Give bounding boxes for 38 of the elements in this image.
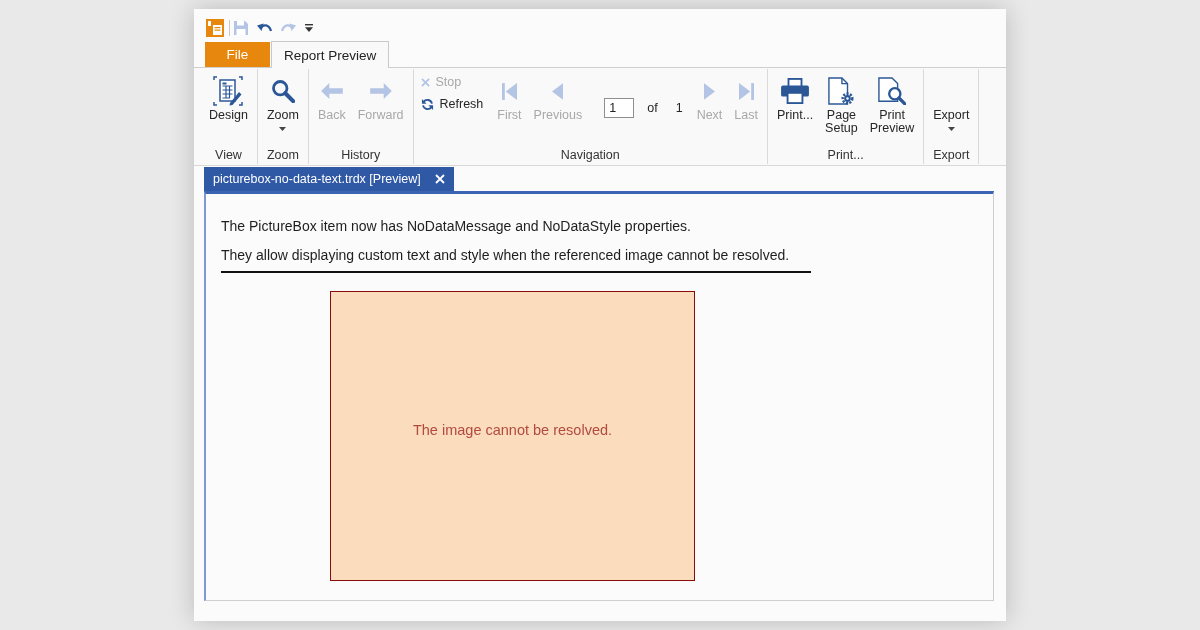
app-icon [206,19,224,37]
document-pencil-icon [213,76,244,106]
refresh-button[interactable]: Refresh [418,94,486,114]
close-icon[interactable] [434,174,445,184]
group-label: Export [933,148,970,162]
print-preview-button[interactable]: Print Preview [865,69,919,135]
group-label: History [341,148,381,162]
skip-back-icon [501,82,517,100]
document-magnifier-icon [878,77,906,105]
undo-icon[interactable] [257,22,272,34]
arrow-right-icon [369,82,392,100]
print-button[interactable]: Print... [773,69,818,122]
design-button[interactable]: Design [205,69,252,122]
triangle-right-icon [704,82,715,100]
page-setup-button[interactable]: Page Setup [821,69,862,135]
ribbon-tab[interactable]: Report Preview [271,41,390,68]
zoom-button[interactable]: Zoom [262,69,303,131]
report-text: The PictureBox item now has NoDataMessage and NoDataStyle properties. [221,218,691,234]
document-gear-icon [828,77,855,105]
arrow-left-icon [320,82,343,100]
export-button[interactable]: Export [929,69,974,131]
group-label: View [215,148,242,162]
page-number-field[interactable]: 1 [604,98,635,118]
group-label: Navigation [560,148,620,162]
cross-icon [420,77,430,87]
magnifier-icon [270,79,295,103]
of-label: of [647,101,658,115]
page-count-label: 1 [675,101,683,115]
caret-icon[interactable] [305,24,313,32]
group-label: Print... [827,148,864,162]
no-image-message: The image cannot be resolved. [412,422,613,438]
document-tab[interactable]: picturebox-no-data-text.trdx [Preview] [204,167,454,191]
report-text: They allow displaying custom text and style when the referenced image cannot be resolved. [221,247,790,263]
group-label: Zoom [266,148,299,162]
refresh-icon [420,97,434,111]
triangle-left-icon [552,82,564,100]
skip-forward-icon [738,82,754,100]
printer-icon [781,78,810,104]
